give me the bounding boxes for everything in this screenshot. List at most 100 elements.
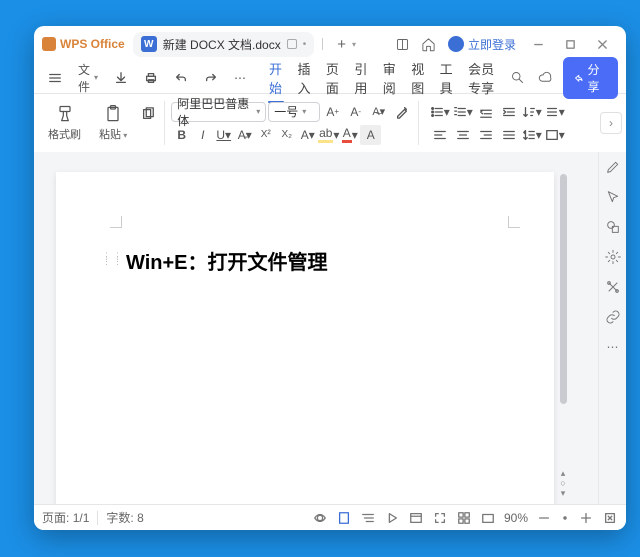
- font-color-button[interactable]: A▾: [339, 125, 360, 145]
- bullet-list-icon[interactable]: ▾: [429, 102, 450, 122]
- highlight-color-button[interactable]: ab▾: [318, 125, 339, 145]
- shape-icon[interactable]: [604, 218, 622, 236]
- italic-button[interactable]: I: [192, 125, 213, 145]
- grid-view-icon[interactable]: [456, 510, 472, 526]
- clear-format-icon[interactable]: [391, 102, 412, 122]
- new-tab-button[interactable]: +: [337, 36, 346, 53]
- copy-icon[interactable]: [137, 104, 158, 124]
- print-layout-icon[interactable]: [336, 510, 352, 526]
- bold-button[interactable]: B: [171, 125, 192, 145]
- document-text[interactable]: Win+E：打开文件管理: [126, 246, 328, 275]
- page-label: 页面:: [42, 509, 69, 526]
- strikethrough-button[interactable]: A̵▾: [234, 125, 255, 145]
- separator: [418, 101, 419, 145]
- search-icon[interactable]: [506, 65, 529, 91]
- wordcount-value[interactable]: 8: [137, 511, 144, 525]
- change-case-icon[interactable]: A̶▾: [368, 102, 389, 122]
- window-controls: [522, 30, 618, 58]
- margin-corner-icon: [508, 216, 520, 228]
- menu-hamburger-icon[interactable]: [42, 68, 68, 88]
- tab-list-dropdown-icon[interactable]: ▾: [352, 40, 356, 49]
- link-icon[interactable]: [604, 308, 622, 326]
- print-icon[interactable]: [138, 68, 164, 88]
- fit-page-icon[interactable]: [602, 510, 618, 526]
- font-size-select[interactable]: 一号▾: [268, 102, 320, 122]
- workarea: ⋮⋮⋮⋮ Win+E：打开文件管理 ▴ ○ ▾ ⋯: [34, 152, 626, 504]
- line-spacing-icon[interactable]: ▾: [521, 125, 542, 145]
- page-nav-menu-icon[interactable]: ○: [558, 478, 568, 488]
- separator: [97, 511, 98, 525]
- format-painter-button[interactable]: 格式刷: [40, 100, 89, 146]
- zoom-out-icon[interactable]: [536, 510, 552, 526]
- avatar-icon: [448, 36, 464, 52]
- close-button[interactable]: [586, 30, 618, 58]
- separator: [164, 101, 165, 145]
- outline-view-icon[interactable]: [360, 510, 376, 526]
- select-icon[interactable]: [604, 188, 622, 206]
- decrease-indent-icon[interactable]: [475, 102, 496, 122]
- redo-icon[interactable]: [198, 68, 224, 88]
- align-justify-icon[interactable]: [498, 125, 519, 145]
- next-page-icon[interactable]: ▾: [558, 488, 568, 498]
- wps-logo-icon: [42, 37, 56, 51]
- side-toolbar: ⋯: [598, 152, 626, 504]
- prev-page-icon[interactable]: ▴: [558, 468, 568, 478]
- settings-icon[interactable]: [604, 248, 622, 266]
- share-label: 分享: [587, 61, 608, 95]
- char-shading-button[interactable]: A: [360, 125, 381, 145]
- zoom-in-icon[interactable]: [578, 510, 594, 526]
- ribbon-expand-button[interactable]: ›: [600, 112, 622, 134]
- drag-handle-icon[interactable]: ⋮⋮⋮⋮: [102, 254, 124, 264]
- file-menu[interactable]: 文件▾: [72, 58, 104, 98]
- text-effect-button[interactable]: A▾: [297, 125, 318, 145]
- number-list-icon[interactable]: ▾: [452, 102, 473, 122]
- more-sidetools-icon[interactable]: ⋯: [604, 338, 622, 356]
- share-button[interactable]: 分享: [563, 57, 618, 99]
- align-left-icon[interactable]: [429, 125, 450, 145]
- menubar: 文件▾ ⋯ 开始 插入 页面 引用 审阅 视图 工具 会员专享 分享: [34, 62, 626, 94]
- shading-icon[interactable]: ▾: [544, 125, 565, 145]
- fullscreen-icon[interactable]: [480, 510, 496, 526]
- save-icon[interactable]: [108, 68, 134, 88]
- app-window: WPS Office W 新建 DOCX 文档.docx • + ▾ 立即登录 …: [34, 26, 626, 530]
- tab-dropdown-icon[interactable]: •: [303, 39, 307, 50]
- show-marks-icon[interactable]: ▾: [544, 102, 565, 122]
- pen-icon[interactable]: [604, 158, 622, 176]
- tools-icon[interactable]: [604, 278, 622, 296]
- statusbar: 页面: 1/1 字数: 8 90%: [34, 504, 626, 530]
- zoom-value[interactable]: 90%: [504, 511, 528, 525]
- undo-icon[interactable]: [168, 68, 194, 88]
- minimize-button[interactable]: [522, 30, 554, 58]
- underline-button[interactable]: U▾: [213, 125, 234, 145]
- login-button[interactable]: 立即登录: [448, 36, 516, 53]
- focus-mode-icon[interactable]: [432, 510, 448, 526]
- margin-corner-icon: [110, 216, 122, 228]
- ribbon-toolbar: 格式刷 粘贴 ▾ 阿里巴巴普惠体▾ 一号▾ A+ A- A̶▾ B: [34, 94, 626, 152]
- align-center-icon[interactable]: [452, 125, 473, 145]
- wordcount-label: 字数:: [106, 509, 133, 526]
- increase-indent-icon[interactable]: [498, 102, 519, 122]
- font-group: 阿里巴巴普惠体▾ 一号▾ A+ A- A̶▾ B I U▾ A̵▾ X² X₂ …: [171, 102, 412, 145]
- vertical-scrollbar[interactable]: [560, 174, 567, 474]
- scrollbar-thumb[interactable]: [560, 174, 567, 404]
- paragraph-group: ▾ ▾ ▾ ▾ ▾ ▾: [429, 102, 565, 145]
- zoom-slider[interactable]: [560, 510, 570, 526]
- page-nav: ▴ ○ ▾: [558, 468, 568, 498]
- align-right-icon[interactable]: [475, 125, 496, 145]
- subscript-button[interactable]: X₂: [276, 125, 297, 145]
- more-quickaccess-icon[interactable]: ⋯: [228, 68, 252, 88]
- web-layout-icon[interactable]: [408, 510, 424, 526]
- shrink-font-icon[interactable]: A-: [345, 102, 366, 122]
- reading-view-icon[interactable]: [312, 510, 328, 526]
- maximize-button[interactable]: [554, 30, 586, 58]
- superscript-button[interactable]: X²: [255, 125, 276, 145]
- grow-font-icon[interactable]: A+: [322, 102, 343, 122]
- document-canvas[interactable]: ⋮⋮⋮⋮ Win+E：打开文件管理 ▴ ○ ▾: [34, 152, 598, 504]
- page-value[interactable]: 1/1: [73, 511, 90, 525]
- play-icon[interactable]: [384, 510, 400, 526]
- font-family-select[interactable]: 阿里巴巴普惠体▾: [171, 102, 266, 122]
- cloud-icon[interactable]: [535, 65, 558, 91]
- paste-button[interactable]: 粘贴 ▾: [91, 100, 135, 146]
- page[interactable]: ⋮⋮⋮⋮ Win+E：打开文件管理: [56, 172, 554, 504]
- sort-icon[interactable]: ▾: [521, 102, 542, 122]
